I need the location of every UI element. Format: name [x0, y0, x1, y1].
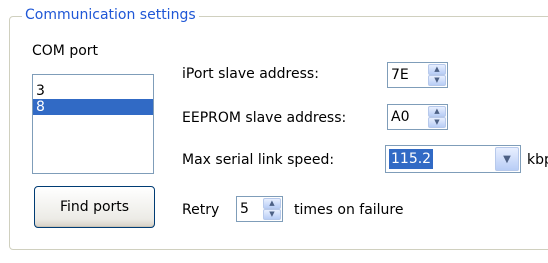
iport-slave-address-label: iPort slave address:: [182, 66, 319, 82]
com-port-item-8[interactable]: 8: [33, 99, 153, 115]
eeprom-slave-address-label: EEPROM slave address:: [182, 110, 347, 126]
iport-slave-address-value[interactable]: 7E: [391, 66, 409, 84]
down-arrow-icon[interactable]: ▼: [428, 75, 446, 86]
com-port-list[interactable]: 3 8: [32, 74, 154, 174]
eeprom-slave-address-spinner[interactable]: A0 ▲ ▼: [387, 104, 448, 130]
down-arrow-icon[interactable]: ▼: [428, 117, 446, 128]
eeprom-slave-address-value[interactable]: A0: [391, 108, 409, 126]
chevron-down-icon[interactable]: ▼: [495, 147, 519, 171]
up-arrow-icon[interactable]: ▲: [263, 198, 281, 209]
max-serial-link-speed-combo[interactable]: 115.2 ▼: [385, 145, 521, 173]
up-arrow-icon[interactable]: ▲: [428, 64, 446, 75]
group-title: Communication settings: [22, 6, 199, 24]
iport-slave-address-spinner[interactable]: 7E ▲ ▼: [387, 62, 448, 88]
speed-unit-label: kbps: [527, 152, 548, 168]
up-arrow-icon[interactable]: ▲: [428, 106, 446, 117]
max-serial-link-speed-value[interactable]: 115.2: [389, 149, 434, 169]
retry-suffix-label: times on failure: [294, 202, 404, 218]
retry-count-spinner[interactable]: 5 ▲ ▼: [236, 196, 283, 222]
com-port-label: COM port: [32, 43, 99, 59]
eeprom-spin-buttons[interactable]: ▲ ▼: [428, 106, 446, 128]
com-port-item-3[interactable]: 3: [33, 83, 153, 99]
communication-settings-panel: Communication settings COM port 3 8 Find…: [0, 0, 548, 263]
down-arrow-icon[interactable]: ▼: [263, 209, 281, 220]
retry-label: Retry: [182, 202, 220, 218]
find-ports-button[interactable]: Find ports: [34, 186, 155, 228]
retry-count-value[interactable]: 5: [240, 200, 249, 218]
max-serial-link-speed-label: Max serial link speed:: [182, 152, 335, 168]
retry-spin-buttons[interactable]: ▲ ▼: [263, 198, 281, 220]
iport-spin-buttons[interactable]: ▲ ▼: [428, 64, 446, 86]
